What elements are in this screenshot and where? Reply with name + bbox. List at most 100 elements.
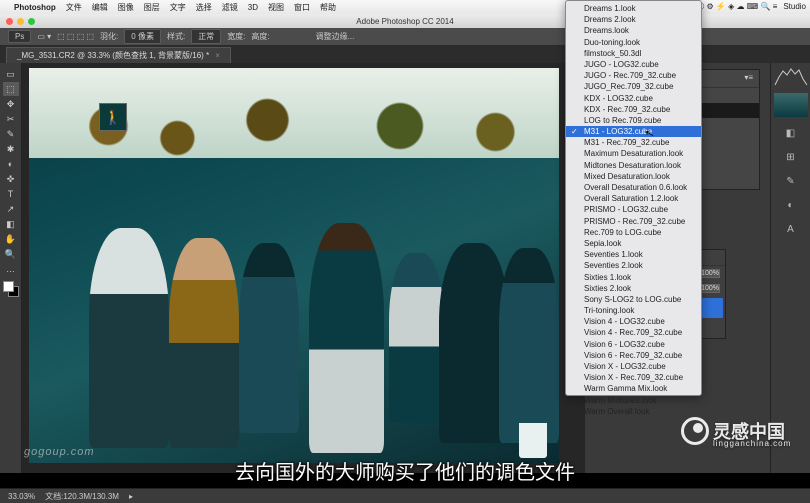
marquee-tool[interactable]: ⬚: [3, 82, 19, 96]
menu-image[interactable]: 图像: [118, 2, 134, 13]
move-tool[interactable]: ▭: [3, 67, 19, 81]
adjustments-panel-icon[interactable]: ◐: [779, 195, 803, 215]
pedestrian-sign: 🚶: [99, 103, 127, 131]
height-label: 高度:: [251, 31, 269, 42]
document-tab-close-icon[interactable]: ×: [215, 51, 220, 60]
hand-tool[interactable]: ✋: [3, 232, 19, 246]
path-tool[interactable]: ↗: [3, 202, 19, 216]
lut-option[interactable]: Vision X - LOG32.cube: [566, 361, 701, 372]
lut-option[interactable]: PRISMO - LOG32.cube: [566, 204, 701, 215]
lut-option[interactable]: JUGO - LOG32.cube: [566, 59, 701, 70]
lut-option[interactable]: Dreams 2.look: [566, 14, 701, 25]
crop-tool[interactable]: ✂: [3, 112, 19, 126]
character-panel-icon[interactable]: A: [779, 219, 803, 239]
color-panel-icon[interactable]: ◧: [779, 123, 803, 143]
watermark-lingganchina: 灵感中国 lingganchina.com: [681, 417, 785, 445]
lut-option[interactable]: Maximum Desaturation.look: [566, 148, 701, 159]
clone-tool[interactable]: ✜: [3, 172, 19, 186]
menu-3d[interactable]: 3D: [248, 3, 258, 12]
app-menu[interactable]: Photoshop: [14, 3, 56, 12]
menubar-studio[interactable]: Studio: [783, 2, 806, 12]
lut-option[interactable]: Mixed Desaturation.look: [566, 171, 701, 182]
canvas-area[interactable]: 🚶: [22, 63, 585, 473]
lut-option[interactable]: JUGO_Rec.709_32.cube: [566, 81, 701, 92]
healing-tool[interactable]: ✱: [3, 142, 19, 156]
width-label: 宽度:: [227, 31, 245, 42]
tool-preset-icon[interactable]: ▭ ▾: [37, 32, 51, 41]
menu-type[interactable]: 文字: [170, 2, 186, 13]
lut-option[interactable]: Sony S-LOG2 to LOG.cube: [566, 294, 701, 305]
lut-option[interactable]: Vision X - Rec.709_32.cube: [566, 372, 701, 383]
lut-option[interactable]: Vision 4 - LOG32.cube: [566, 316, 701, 327]
lut-option[interactable]: Overall Desaturation 0.6.look: [566, 182, 701, 193]
brush-tool[interactable]: ◐: [3, 157, 19, 171]
lut-option[interactable]: filmstock_50.3dl: [566, 48, 701, 59]
lut-option[interactable]: Sixties 1.look: [566, 272, 701, 283]
lingganchina-logo-icon: [681, 417, 709, 445]
lut-option[interactable]: JUGO - Rec.709_32.cube: [566, 70, 701, 81]
lut-option[interactable]: Tri-toning.look: [566, 305, 701, 316]
3dlut-dropdown-menu[interactable]: Dreams 1.lookDreams 2.lookDreams.lookDuo…: [565, 0, 702, 396]
refine-edge-button[interactable]: 调整边缘...: [316, 31, 355, 42]
window-zoom-button[interactable]: [28, 18, 35, 25]
lut-option[interactable]: M31 - Rec.709_32.cube: [566, 137, 701, 148]
shape-tool[interactable]: ◧: [3, 217, 19, 231]
window-minimize-button[interactable]: [17, 18, 24, 25]
style-select[interactable]: 正常: [191, 29, 221, 44]
menu-file[interactable]: 文件: [66, 2, 82, 13]
right-dock: ◧ ⊞ ✎ ◐ A: [770, 63, 810, 473]
panel-menu-icon[interactable]: ▾≡: [744, 73, 753, 84]
status-arrow-icon[interactable]: ▸: [129, 492, 133, 501]
lut-option[interactable]: Overall Saturation 1.2.look: [566, 193, 701, 204]
lut-option[interactable]: M31 - LOG32.cube: [566, 126, 701, 137]
menu-help[interactable]: 帮助: [320, 2, 336, 13]
zoom-level[interactable]: 33.03%: [8, 492, 35, 501]
lut-option[interactable]: Midtones Desaturation.look: [566, 160, 701, 171]
lut-option[interactable]: PRISMO - Rec.709_32.cube: [566, 216, 701, 227]
menu-window[interactable]: 窗口: [294, 2, 310, 13]
app-home-icon[interactable]: Ps: [8, 30, 31, 43]
lut-option[interactable]: KDX - Rec.709_32.cube: [566, 104, 701, 115]
swatches-panel-icon[interactable]: ⊞: [779, 147, 803, 167]
lut-option[interactable]: Vision 4 - Rec.709_32.cube: [566, 327, 701, 338]
menu-edit[interactable]: 编辑: [92, 2, 108, 13]
lut-option[interactable]: Warm Gamma Mix.look: [566, 383, 701, 394]
lut-option[interactable]: Sepia.look: [566, 238, 701, 249]
brushes-panel-icon[interactable]: ✎: [779, 171, 803, 191]
lut-option[interactable]: Sixties 2.look: [566, 283, 701, 294]
status-bar: 33.03% 文档:120.3M/130.3M ▸: [0, 488, 810, 503]
window-title: Adobe Photoshop CC 2014: [356, 17, 453, 26]
zoom-tool[interactable]: 🔍: [3, 247, 19, 261]
lut-option[interactable]: Dreams.look: [566, 25, 701, 36]
menu-select[interactable]: 选择: [196, 2, 212, 13]
lut-option[interactable]: Warm Midtones.look: [566, 395, 701, 406]
video-subtitle: 去向国外的大师购买了他们的调色文件: [0, 456, 810, 485]
lut-option[interactable]: Dreams 1.look: [566, 3, 701, 14]
lut-option[interactable]: Rec.709 to LOG.cube: [566, 227, 701, 238]
menu-layer[interactable]: 图层: [144, 2, 160, 13]
lut-option[interactable]: LOG to Rec.709.cube: [566, 115, 701, 126]
navigator-thumb[interactable]: [774, 93, 808, 117]
feather-input[interactable]: 0 像素: [124, 29, 161, 44]
menu-view[interactable]: 视图: [268, 2, 284, 13]
doc-info[interactable]: 文档:120.3M/130.3M: [45, 491, 119, 502]
lasso-tool[interactable]: ✥: [3, 97, 19, 111]
more-tools[interactable]: …: [3, 262, 19, 276]
menu-filter[interactable]: 滤镜: [222, 2, 238, 13]
type-tool[interactable]: T: [3, 187, 19, 201]
document-tab[interactable]: _MG_3531.CR2 @ 33.3% (颜色查找 1, 背景蒙版/16) *…: [6, 47, 231, 63]
lut-option[interactable]: Warm Overall.look: [566, 406, 701, 417]
lut-option[interactable]: Vision 6 - LOG32.cube: [566, 339, 701, 350]
window-close-button[interactable]: [6, 18, 13, 25]
lut-option[interactable]: Seventies 1.look: [566, 249, 701, 260]
histogram-icon[interactable]: [774, 67, 808, 87]
lut-option[interactable]: Vision 6 - Rec.709_32.cube: [566, 350, 701, 361]
color-swatch[interactable]: [3, 281, 19, 297]
lut-option[interactable]: Seventies 2.look: [566, 260, 701, 271]
marquee-mode-icons[interactable]: ⬚ ⬚ ⬚ ⬚: [57, 32, 94, 41]
lut-option[interactable]: KDX - LOG32.cube: [566, 93, 701, 104]
document-canvas[interactable]: 🚶: [29, 68, 559, 463]
lut-option[interactable]: Duo-toning.look: [566, 37, 701, 48]
eyedropper-tool[interactable]: ✎: [3, 127, 19, 141]
feather-label: 羽化:: [100, 31, 118, 42]
